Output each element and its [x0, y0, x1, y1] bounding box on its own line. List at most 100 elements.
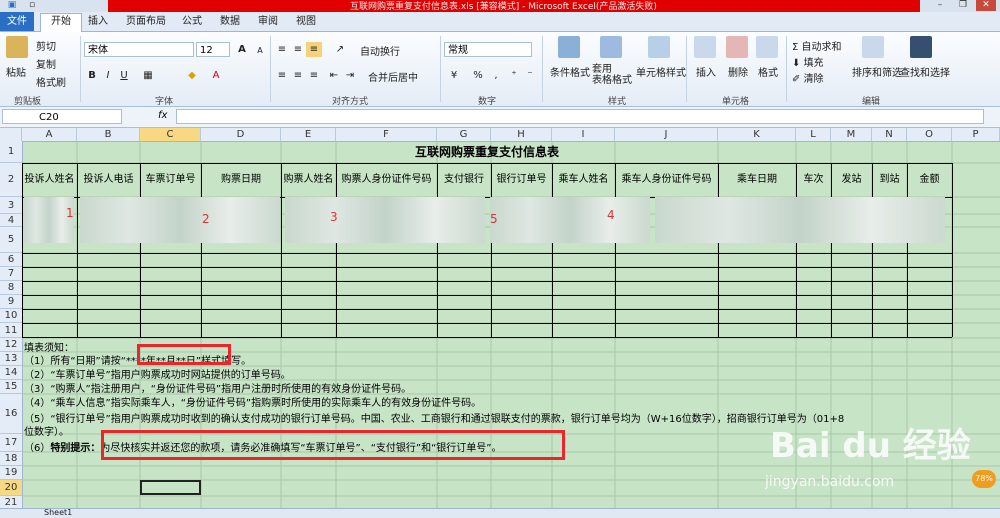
tab-home[interactable]: 开始	[40, 13, 82, 32]
fx-icon[interactable]: fx	[158, 110, 167, 121]
row-header[interactable]: 14	[0, 366, 22, 380]
row-header[interactable]: 13	[0, 352, 22, 366]
row-header[interactable]: 19	[0, 466, 22, 480]
row-header[interactable]: 6	[0, 253, 22, 267]
column-header[interactable]: K	[718, 128, 796, 141]
fill-button[interactable]: ⬇ 填充	[792, 54, 824, 69]
conditional-format-icon[interactable]	[558, 36, 580, 58]
sort-filter-icon[interactable]	[862, 36, 884, 58]
shrink-font-button[interactable]: A	[252, 43, 268, 58]
tab-insert[interactable]: 插入	[88, 14, 108, 30]
decrease-indent-icon[interactable]: ⇤	[326, 68, 342, 83]
row-header[interactable]: 3	[0, 197, 22, 214]
row-header[interactable]: 16	[0, 394, 22, 434]
find-select-button[interactable]: 查找和选择	[900, 64, 950, 79]
row-header[interactable]: 9	[0, 295, 22, 309]
row-header[interactable]: 12	[0, 338, 22, 352]
format-painter-button[interactable]: 格式刷	[36, 74, 66, 89]
column-header[interactable]: H	[491, 128, 552, 141]
underline-button[interactable]: U	[116, 68, 132, 83]
number-format-combo[interactable]: 常规	[444, 42, 532, 57]
restore-icon[interactable]: ❐	[953, 0, 973, 11]
column-header[interactable]: J	[615, 128, 718, 141]
italic-button[interactable]: I	[100, 68, 116, 83]
format-table-icon[interactable]	[600, 36, 622, 58]
grow-font-button[interactable]: A	[234, 42, 250, 57]
row-header-selected[interactable]: 20	[0, 480, 22, 496]
column-header[interactable]: P	[952, 128, 1000, 141]
align-center-icon[interactable]: ≡	[290, 68, 306, 83]
paste-icon[interactable]	[6, 36, 28, 58]
align-top-icon[interactable]: ≡	[274, 42, 290, 57]
autosum-button[interactable]: Σ 自动求和	[792, 38, 842, 53]
column-header[interactable]: B	[77, 128, 140, 141]
conditional-format-button[interactable]: 条件格式	[550, 64, 590, 79]
bold-button[interactable]: B	[84, 68, 100, 83]
font-size-combo[interactable]: 12	[196, 42, 230, 57]
column-header[interactable]: G	[437, 128, 491, 141]
fill-color-icon[interactable]: ◆	[184, 68, 200, 83]
column-header[interactable]: O	[907, 128, 952, 141]
column-header[interactable]: F	[336, 128, 437, 141]
tab-view[interactable]: 视图	[296, 14, 316, 30]
currency-icon[interactable]: ¥	[446, 68, 462, 83]
sheet-tab[interactable]: Sheet1	[44, 508, 72, 517]
align-bottom-icon[interactable]: ≡	[306, 42, 322, 57]
increase-decimal-icon[interactable]: ⁺	[506, 68, 522, 83]
format-cells-icon[interactable]	[756, 36, 778, 58]
insert-cells-button[interactable]: 插入	[696, 64, 716, 79]
orientation-icon[interactable]: ↗	[332, 42, 348, 57]
sort-filter-button[interactable]: 排序和筛选	[852, 64, 902, 79]
column-header-selected[interactable]: C	[140, 128, 201, 141]
align-left-icon[interactable]: ≡	[274, 68, 290, 83]
row-header[interactable]: 7	[0, 267, 22, 281]
comma-button[interactable]: ,	[488, 68, 504, 83]
clear-button[interactable]: ✐ 清除	[792, 70, 824, 85]
row-header[interactable]: 15	[0, 380, 22, 394]
tab-data[interactable]: 数据	[220, 14, 240, 30]
name-box[interactable]: C20	[2, 109, 122, 124]
paste-button[interactable]: 粘贴	[6, 64, 26, 79]
border-icon[interactable]: ▦	[140, 68, 156, 83]
column-header[interactable]: I	[552, 128, 615, 141]
cell-styles-button[interactable]: 单元格样式	[636, 64, 686, 79]
decrease-decimal-icon[interactable]: ⁻	[522, 68, 538, 83]
column-header[interactable]: D	[201, 128, 281, 141]
column-header[interactable]: M	[831, 128, 872, 141]
wrap-text-button[interactable]: 自动换行	[360, 43, 400, 58]
selected-cell[interactable]	[140, 480, 201, 495]
tab-review[interactable]: 审阅	[258, 14, 278, 30]
row-header[interactable]: 4	[0, 214, 22, 227]
tab-formulas[interactable]: 公式	[182, 14, 202, 30]
format-cells-button[interactable]: 格式	[758, 64, 778, 79]
increase-indent-icon[interactable]: ⇥	[342, 68, 358, 83]
copy-button[interactable]: 复制	[36, 56, 56, 71]
column-header[interactable]: L	[796, 128, 831, 141]
cut-button[interactable]: 剪切	[36, 38, 56, 53]
format-table-button[interactable]: 套用 表格格式	[592, 64, 632, 86]
formula-input[interactable]	[176, 109, 984, 124]
save-icon[interactable]: ▫	[22, 0, 42, 11]
font-color-icon[interactable]: A	[208, 68, 224, 83]
delete-cells-button[interactable]: 删除	[728, 64, 748, 79]
row-header[interactable]: 2	[0, 163, 22, 197]
find-select-icon[interactable]	[910, 36, 932, 58]
row-header[interactable]: 5	[0, 227, 22, 253]
font-name-combo[interactable]: 宋体	[84, 42, 194, 57]
select-all-corner[interactable]	[0, 128, 22, 141]
percent-button[interactable]: %	[470, 68, 486, 83]
tab-file[interactable]: 文件	[0, 12, 34, 31]
minimize-icon[interactable]: –	[930, 0, 950, 11]
row-header[interactable]: 1	[0, 141, 22, 163]
row-header[interactable]: 8	[0, 281, 22, 295]
row-header[interactable]: 10	[0, 309, 22, 323]
cell-styles-icon[interactable]	[648, 36, 670, 58]
align-middle-icon[interactable]: ≡	[290, 42, 306, 57]
merge-center-button[interactable]: 合并后居中	[368, 69, 418, 84]
row-header[interactable]: 17	[0, 434, 22, 452]
delete-cells-icon[interactable]	[726, 36, 748, 58]
align-right-icon[interactable]: ≡	[306, 68, 322, 83]
column-header[interactable]: A	[22, 128, 77, 141]
tab-page-layout[interactable]: 页面布局	[126, 14, 166, 30]
close-icon[interactable]: ✕	[976, 0, 996, 11]
